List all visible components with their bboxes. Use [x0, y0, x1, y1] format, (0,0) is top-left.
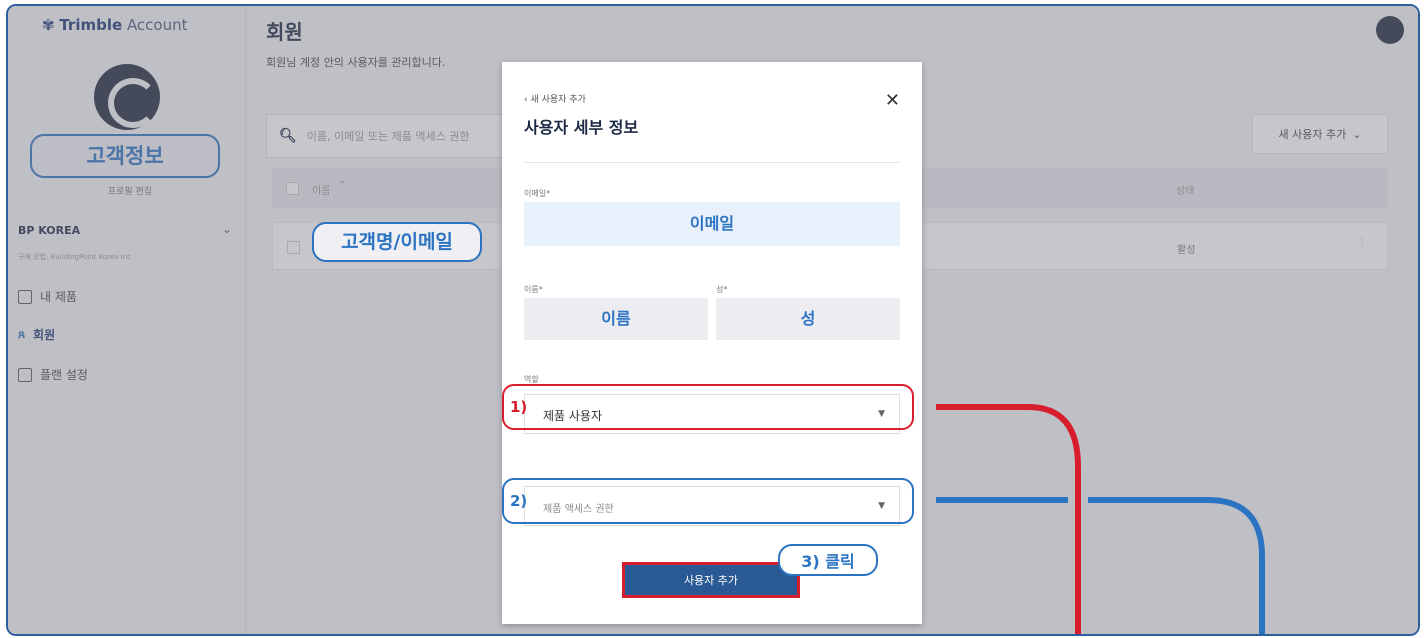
app-window: ✾ Trimble Account 고객정보 프로필 편집 BP KOREA ⌄… [6, 4, 1420, 636]
annotation-connector-lines [936, 404, 1265, 634]
blue-connector-line-b [1088, 497, 1265, 634]
red-connector-line [936, 404, 1081, 634]
